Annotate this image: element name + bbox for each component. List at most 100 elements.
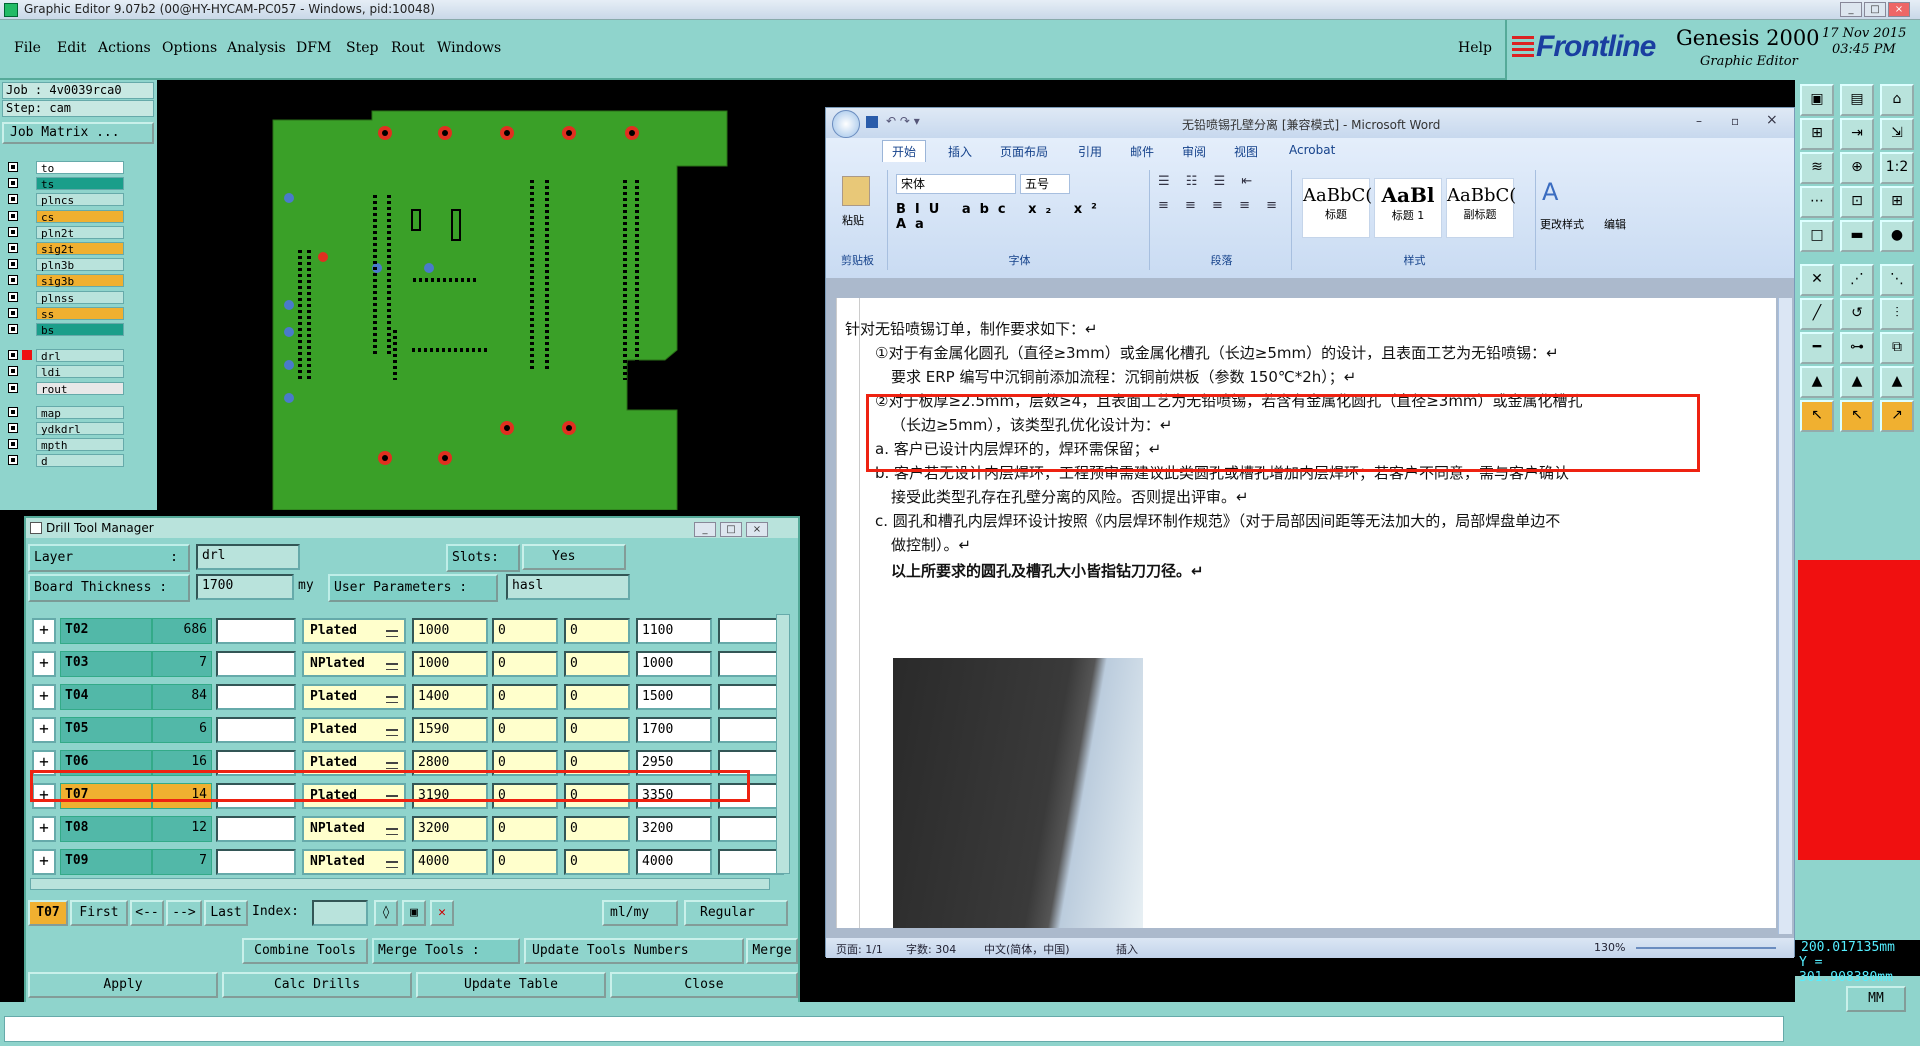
tool-size-field[interactable]: 3200 — [412, 816, 488, 842]
drill-size-field[interactable]: 1500 — [636, 684, 712, 710]
clear-icon[interactable]: ✕ — [430, 900, 454, 926]
maximize-button[interactable]: □ — [1864, 2, 1886, 17]
menu-file[interactable]: File — [14, 40, 41, 56]
style-subtitle[interactable]: AaBbC(副标题 — [1446, 178, 1516, 238]
tab-references[interactable]: 引用 — [1078, 143, 1102, 160]
mode-select[interactable]: Regular — [684, 900, 788, 926]
menu-actions[interactable]: Actions — [98, 40, 151, 56]
tool-symbol-field[interactable] — [216, 684, 296, 710]
prev-button[interactable]: <-- — [130, 900, 164, 926]
command-line[interactable] — [4, 1016, 1784, 1042]
undo-icon[interactable]: ↶ ↷ ▾ — [886, 114, 920, 128]
layer-ydkdrl[interactable]: ydkdrl — [8, 422, 124, 436]
scale-icon[interactable]: 1:2 — [1880, 152, 1914, 184]
layer-pln3b[interactable]: pln3b — [8, 258, 124, 272]
tol-plus-field[interactable]: 0 — [492, 651, 558, 677]
close-button[interactable]: × — [1888, 2, 1910, 17]
zoom-icon[interactable]: ⊕ — [1840, 152, 1874, 184]
word-vscroll[interactable] — [1778, 298, 1792, 934]
menu-edit[interactable]: Edit — [57, 40, 86, 56]
layer-map[interactable]: map — [8, 405, 124, 420]
menu-analysis[interactable]: Analysis — [227, 40, 286, 56]
grid-icon[interactable]: ⊞ — [1800, 118, 1834, 150]
font-size-select[interactable]: 五号 — [1020, 174, 1070, 194]
connect-icon[interactable]: ⋰ — [1840, 264, 1874, 296]
tab-mailings[interactable]: 邮件 — [1130, 143, 1154, 160]
layer-ts[interactable]: ts — [8, 177, 124, 191]
expand-icon[interactable]: + — [32, 849, 56, 875]
home-icon[interactable]: ⌂ — [1880, 84, 1914, 116]
move-icon[interactable]: ⇥ — [1840, 118, 1874, 150]
tools-vscroll[interactable] — [776, 614, 790, 874]
tol-plus-field[interactable]: 0 — [492, 816, 558, 842]
expand-icon[interactable]: + — [32, 717, 56, 743]
dtm-close-icon[interactable]: × — [746, 522, 768, 537]
menu-step[interactable]: Step — [346, 40, 378, 56]
tol-minus-field[interactable]: 0 — [564, 618, 630, 644]
tool-size-field[interactable]: 1000 — [412, 618, 488, 644]
tool-type-select[interactable]: Plated — [302, 717, 406, 743]
save-icon[interactable]: ▣ — [1800, 84, 1834, 116]
layer-rout[interactable]: rout — [8, 381, 124, 396]
print-icon[interactable]: ▤ — [1840, 84, 1874, 116]
shape-field[interactable] — [718, 618, 784, 644]
first-button[interactable]: First — [70, 900, 128, 926]
expand-icon[interactable]: + — [32, 651, 56, 677]
change-style-label[interactable]: 更改样式 — [1540, 216, 1584, 232]
list-buttons[interactable]: ☰ ☷ ☰ ⇤ — [1158, 174, 1258, 189]
net-icon[interactable]: ⊶ — [1840, 332, 1874, 364]
layer-plncs[interactable]: plncs — [8, 193, 124, 207]
calc-drills-button[interactable]: Calc Drills — [222, 972, 412, 998]
tol-plus-field[interactable]: 0 — [492, 849, 558, 875]
shape-field[interactable] — [718, 849, 784, 875]
layer-plnss[interactable]: plnss — [8, 290, 124, 305]
units-button[interactable]: MM — [1846, 986, 1906, 1012]
matrix-icon[interactable]: ⊞ — [1880, 186, 1914, 218]
edit-label[interactable]: 编辑 — [1604, 216, 1626, 232]
tool-size-field[interactable]: 1590 — [412, 717, 488, 743]
line-icon[interactable]: ▬ — [1840, 220, 1874, 252]
drill-size-field[interactable]: 1000 — [636, 651, 712, 677]
draw-line-icon[interactable]: ╱ — [1800, 298, 1834, 330]
layer-pln2t[interactable]: pln2t — [8, 225, 124, 240]
save-icon[interactable] — [866, 116, 878, 128]
menu-rout[interactable]: Rout — [391, 40, 425, 56]
dtm-minimize-button[interactable]: _ — [694, 522, 716, 537]
search-icon[interactable]: ◊ — [374, 900, 398, 926]
expand-icon[interactable]: + — [32, 684, 56, 710]
tol-minus-field[interactable]: 0 — [564, 849, 630, 875]
layer-drl[interactable]: drl — [8, 349, 124, 363]
resize-icon[interactable]: ⇲ — [1880, 118, 1914, 150]
tool-symbol-field[interactable] — [216, 618, 296, 644]
layer-mpth[interactable]: mpth — [8, 438, 124, 452]
close-dialog-button[interactable]: Close — [610, 972, 798, 998]
merge-button[interactable]: Merge — [746, 938, 798, 964]
layer-ss[interactable]: ss — [8, 306, 124, 321]
layer-field[interactable]: drl — [196, 544, 300, 570]
tab-acrobat[interactable]: Acrobat — [1289, 143, 1335, 157]
triangle-icon[interactable]: ▲ — [1800, 366, 1834, 398]
style-heading1[interactable]: AaBl 标题 1 — [1374, 178, 1442, 238]
change-style-icon[interactable]: A — [1542, 178, 1558, 206]
drill-size-field[interactable]: 1700 — [636, 717, 712, 743]
pad-icon[interactable]: ● — [1880, 220, 1914, 252]
zoom-slider[interactable] — [1636, 947, 1776, 949]
office-button-icon[interactable] — [832, 110, 860, 138]
tol-plus-field[interactable]: 0 — [492, 618, 558, 644]
tol-minus-field[interactable]: 0 — [564, 717, 630, 743]
menu-options[interactable]: Options — [162, 40, 217, 56]
layers-icon[interactable]: ≋ — [1800, 152, 1834, 184]
index-field[interactable] — [312, 900, 368, 926]
shape-field[interactable] — [718, 717, 784, 743]
shape-field[interactable] — [718, 684, 784, 710]
tool-size-field[interactable]: 1000 — [412, 651, 488, 677]
document-page[interactable]: 针对无铅喷锡订单，制作要求如下：↵ ①对于有金属化圆孔（直径≥3mm）或金属化槽孔… — [836, 298, 1776, 928]
tol-plus-field[interactable]: 0 — [492, 684, 558, 710]
tol-plus-field[interactable]: 0 — [492, 717, 558, 743]
drill-size-field[interactable]: 4000 — [636, 849, 712, 875]
tol-minus-field[interactable]: 0 — [564, 816, 630, 842]
pointer-icon[interactable]: ↖ — [1800, 400, 1834, 432]
shape-field[interactable] — [718, 651, 784, 677]
menu-windows[interactable]: Windows — [437, 40, 501, 56]
tol-minus-field[interactable]: 0 — [564, 651, 630, 677]
